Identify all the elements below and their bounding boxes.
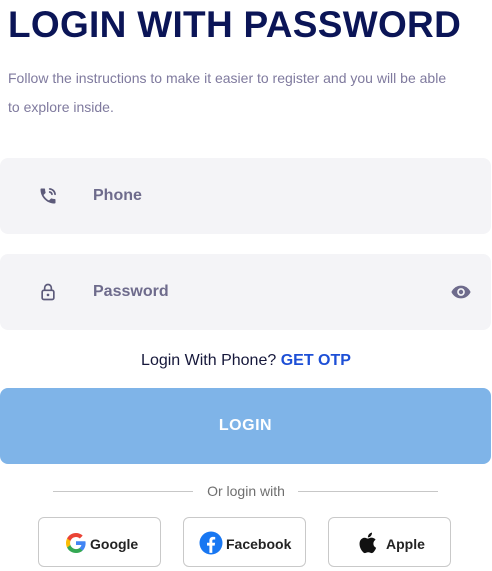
google-login-button[interactable]: Google — [38, 517, 161, 567]
google-icon — [64, 531, 88, 555]
apple-icon — [357, 531, 381, 555]
lock-icon — [38, 282, 58, 302]
divider-line-right — [298, 491, 438, 492]
page-subtitle: Follow the instructions to make it easie… — [8, 70, 447, 115]
facebook-label: Facebook — [226, 536, 292, 552]
page-title: LOGIN WITH PASSWORD — [8, 4, 462, 45]
facebook-login-button[interactable]: Facebook — [183, 517, 306, 567]
eye-icon[interactable] — [450, 281, 472, 303]
password-field[interactable]: Password — [0, 254, 491, 330]
apple-label: Apple — [386, 536, 425, 552]
login-button[interactable]: LOGIN — [0, 388, 491, 464]
facebook-icon — [199, 531, 223, 555]
phone-input[interactable]: Phone — [93, 158, 142, 234]
otp-prompt: Login With Phone? GET OTP — [0, 352, 492, 370]
phone-icon — [38, 186, 58, 206]
google-label: Google — [90, 536, 139, 552]
password-input[interactable]: Password — [93, 254, 169, 330]
apple-login-button[interactable]: Apple — [328, 517, 451, 567]
phone-field[interactable]: Phone — [0, 158, 491, 234]
otp-prompt-text: Login With Phone? — [141, 352, 277, 369]
get-otp-link[interactable]: GET OTP — [281, 352, 351, 369]
social-divider: Or login with — [0, 482, 492, 502]
